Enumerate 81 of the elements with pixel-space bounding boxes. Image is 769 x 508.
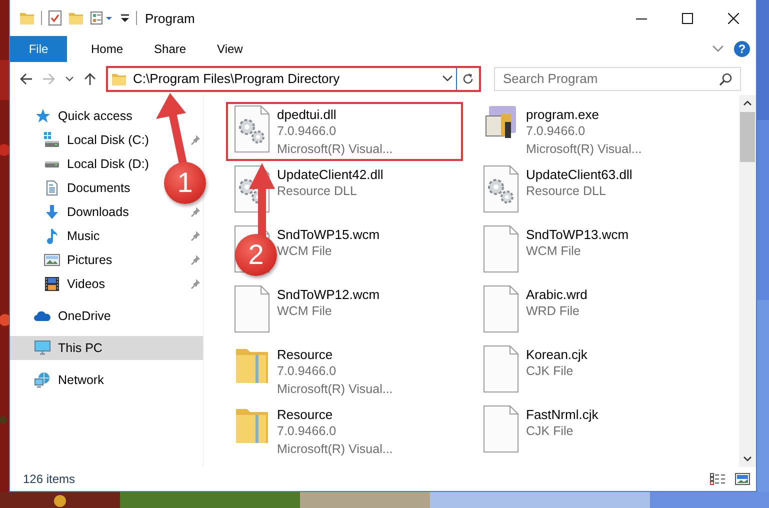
drive-icon bbox=[44, 160, 60, 168]
file-detail: 7.0.9466.0 bbox=[277, 123, 336, 140]
large-icons-view-icon[interactable] bbox=[735, 473, 750, 485]
program-icon[interactable] bbox=[485, 105, 517, 139]
file-name[interactable]: Arabic.wrd bbox=[526, 286, 588, 303]
nav-item[interactable]: Music bbox=[67, 229, 100, 243]
details-view-icon[interactable] bbox=[710, 473, 726, 485]
file-detail: Microsoft(R) Visual... bbox=[277, 380, 393, 398]
file-name[interactable]: Resource bbox=[277, 406, 333, 423]
film-icon bbox=[44, 276, 60, 292]
nav-item[interactable]: Videos bbox=[67, 277, 105, 291]
download-icon bbox=[44, 204, 60, 220]
expand-ribbon-icon[interactable] bbox=[712, 45, 724, 53]
file-name[interactable]: FastNrml.cjk bbox=[526, 406, 598, 423]
file-name[interactable]: program.exe bbox=[526, 106, 599, 123]
search-field[interactable]: Search Program bbox=[494, 66, 741, 90]
cloud-icon bbox=[34, 310, 51, 322]
file-tab[interactable]: File bbox=[10, 36, 67, 62]
ribbon-tab[interactable]: Home bbox=[77, 36, 138, 62]
file-name[interactable]: UpdateClient42.dll bbox=[277, 166, 384, 183]
ribbon-tab[interactable]: View bbox=[203, 36, 257, 62]
network-icon bbox=[34, 372, 51, 388]
file-detail: WCM File bbox=[277, 303, 332, 320]
file-name[interactable]: SndToWP13.wcm bbox=[526, 226, 629, 243]
file-name[interactable]: SndToWP15.wcm bbox=[277, 226, 380, 243]
nav-item[interactable]: Documents bbox=[67, 181, 130, 195]
file-icon[interactable] bbox=[482, 285, 520, 333]
scrollbar[interactable] bbox=[739, 95, 756, 467]
file-icon[interactable] bbox=[482, 405, 520, 453]
nav-item[interactable]: Local Disk (C:) bbox=[67, 133, 149, 147]
picture-icon bbox=[44, 252, 60, 268]
file-name[interactable]: Korean.cjk bbox=[526, 346, 588, 363]
file-detail: Microsoft(R) Visual... bbox=[277, 140, 393, 158]
settings-file-icon[interactable] bbox=[482, 165, 520, 213]
maximize-icon bbox=[682, 12, 692, 24]
up-button[interactable] bbox=[83, 72, 97, 86]
document-icon bbox=[44, 180, 60, 196]
computer-icon bbox=[34, 340, 51, 356]
file-detail: WCM File bbox=[526, 243, 581, 260]
nav-item[interactable]: Local Disk (D:) bbox=[67, 157, 149, 171]
search-icon[interactable] bbox=[719, 72, 732, 86]
drive-icon bbox=[44, 132, 60, 148]
ribbon-tab[interactable]: Share bbox=[140, 36, 200, 62]
close-icon bbox=[728, 12, 738, 24]
nav-item[interactable]: Network bbox=[58, 373, 104, 387]
file-detail: WRD File bbox=[526, 303, 580, 320]
file-detail: Resource DLL bbox=[526, 183, 606, 200]
file-name[interactable]: UpdateClient63.dll bbox=[526, 166, 632, 183]
file-detail: CJK File bbox=[526, 363, 574, 380]
item-count: 126 items bbox=[23, 472, 76, 486]
back-button[interactable] bbox=[19, 72, 33, 86]
file-detail: Microsoft(R) Visual... bbox=[526, 140, 642, 158]
nav-item[interactable]: Downloads bbox=[67, 205, 129, 219]
nav-item[interactable]: This PC bbox=[58, 341, 102, 355]
file-detail: Resource DLL bbox=[277, 183, 357, 200]
refresh-icon bbox=[462, 72, 474, 84]
properties-icon[interactable] bbox=[48, 10, 62, 26]
nav-item[interactable]: Quick access bbox=[58, 109, 132, 123]
star-icon bbox=[34, 108, 50, 124]
file-name[interactable]: Resource bbox=[277, 346, 333, 363]
file-detail: CJK File bbox=[526, 423, 574, 440]
file-icon[interactable] bbox=[233, 285, 271, 333]
address-path: C:\Program Files\Program Directory bbox=[132, 71, 341, 86]
file-detail: 7.0.9466.0 bbox=[526, 123, 586, 140]
nav-item[interactable]: OneDrive bbox=[58, 309, 111, 323]
file-name[interactable]: dpedtui.dll bbox=[277, 106, 336, 123]
file-name[interactable]: SndToWP12.wcm bbox=[277, 286, 380, 303]
address-bar[interactable]: C:\Program Files\Program Directory bbox=[106, 66, 481, 92]
file-icon[interactable] bbox=[482, 345, 520, 393]
customize-icon[interactable] bbox=[90, 10, 114, 26]
file-detail: WCM File bbox=[277, 243, 332, 260]
settings-file-icon[interactable] bbox=[233, 105, 271, 153]
scrollbar-thumb[interactable] bbox=[740, 112, 755, 162]
file-icon[interactable] bbox=[482, 225, 520, 273]
window-title: Program bbox=[145, 10, 195, 26]
file-detail: 7.0.9466.0 bbox=[277, 363, 336, 380]
help-button[interactable]: ? bbox=[734, 41, 750, 57]
nav-item[interactable]: Pictures bbox=[67, 253, 112, 267]
file-detail: Microsoft(R) Visual... bbox=[277, 440, 393, 458]
dropdown-icon[interactable] bbox=[442, 75, 452, 82]
file-detail: 7.0.9466.0 bbox=[277, 423, 336, 440]
